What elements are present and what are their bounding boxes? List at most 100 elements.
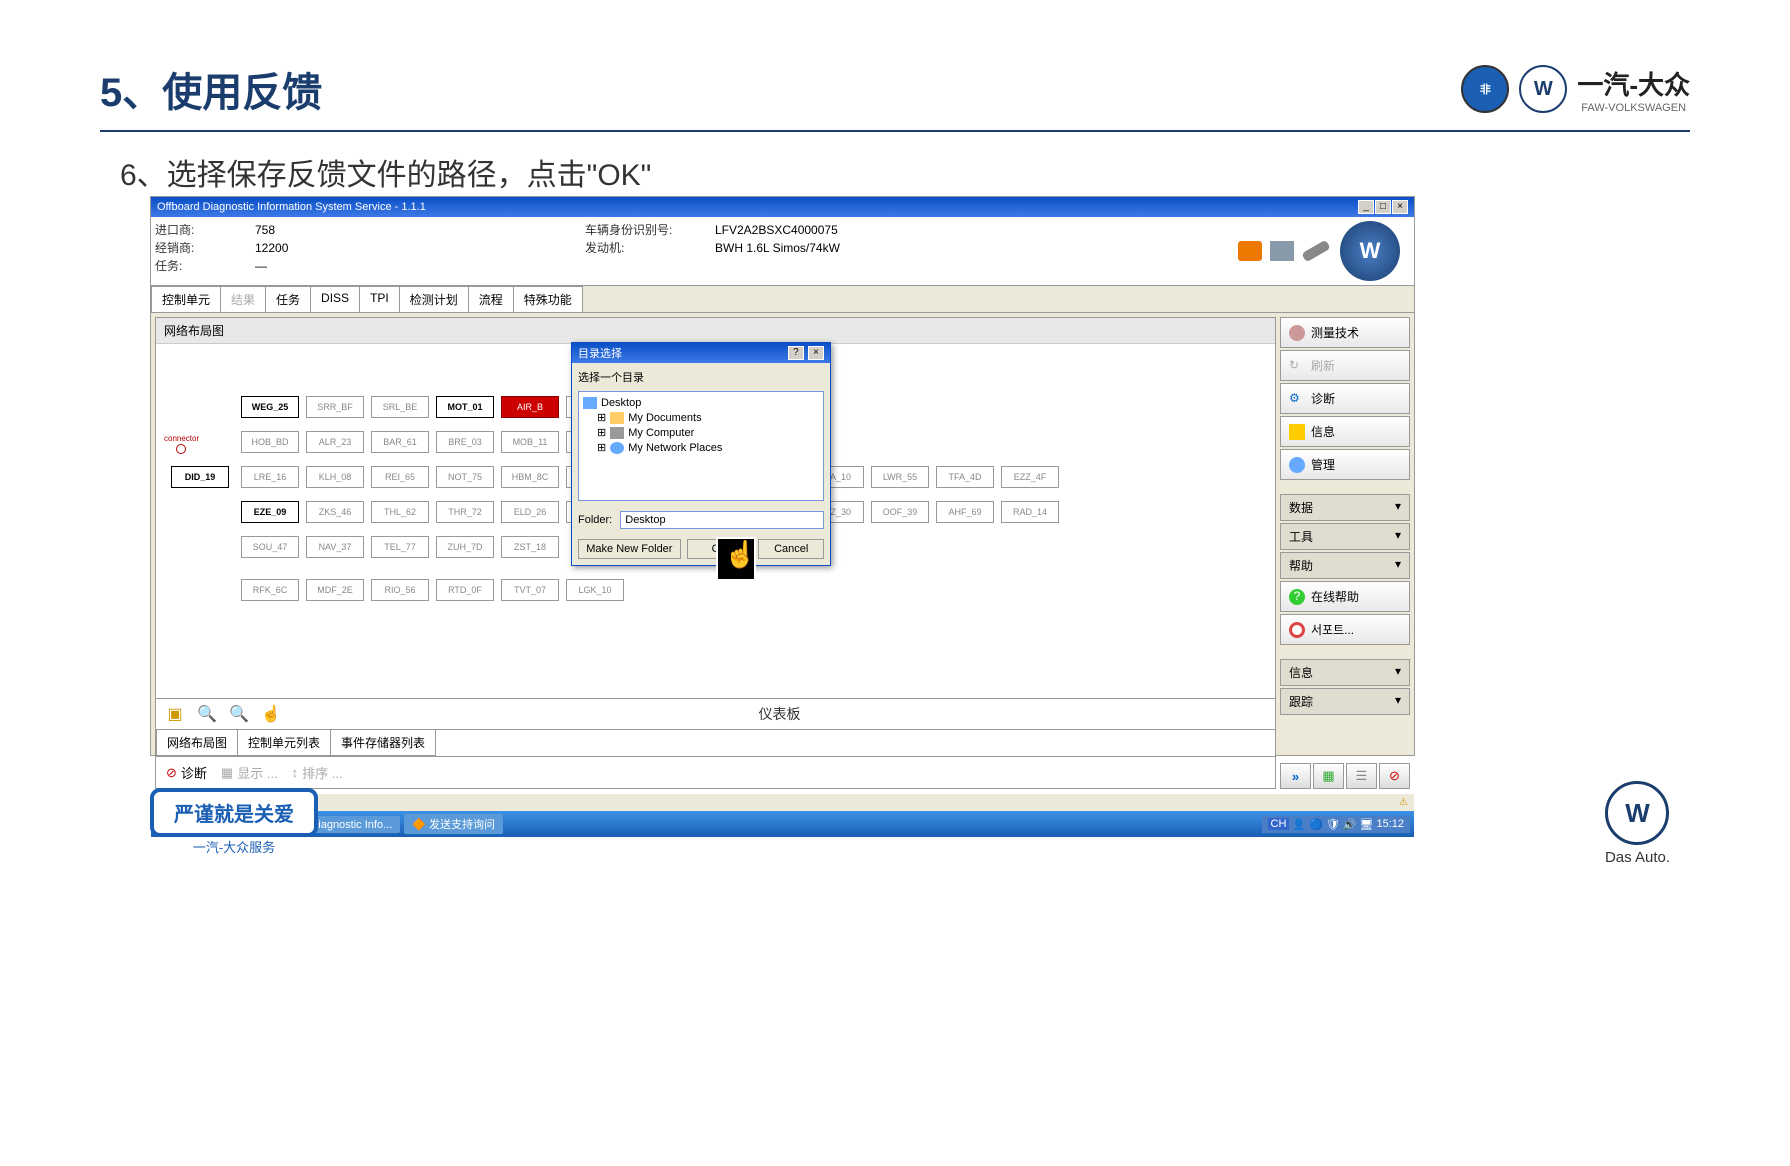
tab-1[interactable]: 结果 [220, 286, 266, 312]
node-ELD_26[interactable]: ELD_26 [501, 501, 559, 523]
node-RFK_6C[interactable]: RFK_6C [241, 579, 299, 601]
stop-button[interactable]: ⊘ [1379, 763, 1410, 789]
node-NAV_37[interactable]: NAV_37 [306, 536, 364, 558]
tray-icon[interactable]: 🛡 [1326, 818, 1340, 831]
node-ALR_23[interactable]: ALR_23 [306, 431, 364, 453]
tree-item[interactable]: ⊞ My Documents [583, 410, 819, 425]
node-SRR_BF[interactable]: SRR_BF [306, 396, 364, 418]
node-TEL_77[interactable]: TEL_77 [371, 536, 429, 558]
lang-indicator[interactable]: CH [1268, 818, 1290, 830]
dialog-close-button[interactable]: × [808, 346, 824, 360]
node-DID_19[interactable]: DID_19 [171, 466, 229, 488]
chevron-down-icon: ▾ [1395, 528, 1401, 545]
node-AHF_69[interactable]: AHF_69 [936, 501, 994, 523]
node-HBM_8C[interactable]: HBM_8C [501, 466, 559, 488]
tab-3[interactable]: DISS [310, 286, 360, 312]
show-button[interactable]: ▦显示 ... [221, 763, 278, 782]
online-help-button[interactable]: ?在线帮助 [1280, 581, 1410, 612]
node-WEG_25[interactable]: WEG_25 [241, 396, 299, 418]
node-TVT_07[interactable]: TVT_07 [501, 579, 559, 601]
node-NOT_75[interactable]: NOT_75 [436, 466, 494, 488]
tab-4[interactable]: TPI [359, 286, 400, 312]
tab-6[interactable]: 流程 [468, 286, 514, 312]
tray-icon[interactable]: 🔊 [1343, 818, 1357, 831]
task-item[interactable]: 🔶 发送支持询问 [404, 814, 503, 834]
tab-0[interactable]: 控制单元 [151, 286, 221, 312]
zoom-in-icon[interactable]: 🔍 [196, 703, 218, 725]
measure-button[interactable]: 测量技术 [1280, 317, 1410, 348]
tab-5[interactable]: 检测计划 [399, 286, 469, 312]
minimize-button[interactable]: _ [1358, 200, 1374, 214]
info-section[interactable]: 信息▾ [1280, 659, 1410, 686]
diagnose-sb-button[interactable]: ⚙诊断 [1280, 383, 1410, 414]
node-KLH_08[interactable]: KLH_08 [306, 466, 364, 488]
node-THL_62[interactable]: THL_62 [371, 501, 429, 523]
tree-item[interactable]: ⊞ My Network Places [583, 440, 819, 455]
folder-tree[interactable]: Desktop ⊞ My Documents ⊞ My Computer ⊞ M… [578, 391, 824, 501]
node-LGK_10[interactable]: LGK_10 [566, 579, 624, 601]
node-TFA_4D[interactable]: TFA_4D [936, 466, 994, 488]
pointer-icon[interactable]: ☝ [260, 703, 282, 725]
node-AIR_B[interactable]: AIR_B [501, 396, 559, 418]
next-button[interactable]: » [1280, 763, 1311, 789]
folder-dialog[interactable]: 目录选择 ? × 选择一个目录 Desktop ⊞ My Documents ⊞… [571, 342, 831, 566]
tray-icon[interactable]: 🔵 [1309, 818, 1323, 831]
node-MOT_01[interactable]: MOT_01 [436, 396, 494, 418]
node-ZUH_7D[interactable]: ZUH_7D [436, 536, 494, 558]
node-RTD_0F[interactable]: RTD_0F [436, 579, 494, 601]
node-LWR_55[interactable]: LWR_55 [871, 466, 929, 488]
cancel-button[interactable]: Cancel [758, 539, 824, 559]
diagnose-button[interactable]: ⊘诊断 [166, 763, 207, 782]
sort-button[interactable]: ↕排序 ... [292, 763, 343, 782]
footer-sub: 一汽-大众服务 [150, 837, 318, 856]
folder-input[interactable] [620, 511, 824, 529]
tray-icon[interactable]: 👤 [1292, 818, 1306, 831]
tree-item[interactable]: Desktop [583, 396, 819, 410]
das-auto-text: Das Auto. [1605, 849, 1670, 866]
list-button[interactable]: ☰ [1346, 763, 1377, 789]
node-THR_72[interactable]: THR_72 [436, 501, 494, 523]
refresh-button[interactable]: ↻刷新 [1280, 350, 1410, 381]
grid-button[interactable]: ▦ [1313, 763, 1344, 789]
info-button[interactable]: 信息 [1280, 416, 1410, 447]
subtab-0[interactable]: 网络布局图 [156, 730, 238, 756]
node-OOF_39[interactable]: OOF_39 [871, 501, 929, 523]
node-RIO_56[interactable]: RIO_56 [371, 579, 429, 601]
node-MOB_11[interactable]: MOB_11 [501, 431, 559, 453]
tools-section[interactable]: 工具▾ [1280, 523, 1410, 550]
node-REI_65[interactable]: REI_65 [371, 466, 429, 488]
tab-2[interactable]: 任务 [265, 286, 311, 312]
trace-section[interactable]: 跟踪▾ [1280, 688, 1410, 715]
node-HOB_BD[interactable]: HOB_BD [241, 431, 299, 453]
tray-icon[interactable]: 🖥 [1360, 818, 1374, 831]
subtab-1[interactable]: 控制单元列表 [237, 730, 331, 756]
support-button[interactable]: 서포트... [1280, 614, 1410, 645]
dialog-titlebar[interactable]: 目录选择 ? × [572, 343, 830, 363]
help-section[interactable]: 帮助▾ [1280, 552, 1410, 579]
node-LRE_16[interactable]: LRE_16 [241, 466, 299, 488]
manage-button[interactable]: 管理 [1280, 449, 1410, 480]
zoom-out-icon[interactable]: 🔍 [228, 703, 250, 725]
node-SRL_BE[interactable]: SRL_BE [371, 396, 429, 418]
node-SOU_47[interactable]: SOU_47 [241, 536, 299, 558]
node-RAD_14[interactable]: RAD_14 [1001, 501, 1059, 523]
tree-item[interactable]: ⊞ My Computer [583, 425, 819, 440]
ok-button[interactable]: OK [687, 539, 753, 559]
tab-7[interactable]: 特殊功能 [513, 286, 583, 312]
node-BAR_61[interactable]: BAR_61 [371, 431, 429, 453]
data-section[interactable]: 数据▾ [1280, 494, 1410, 521]
node-ZKS_46[interactable]: ZKS_46 [306, 501, 364, 523]
maximize-button[interactable]: □ [1375, 200, 1391, 214]
subtab-2[interactable]: 事件存储器列表 [330, 730, 436, 756]
fit-icon[interactable]: ▣ [164, 703, 186, 725]
node-ZST_18[interactable]: ZST_18 [501, 536, 559, 558]
node-EZZ_4F[interactable]: EZZ_4F [1001, 466, 1059, 488]
system-tray[interactable]: CH 👤 🔵 🛡 🔊 🖥 15:12 [1262, 816, 1410, 833]
close-button[interactable]: × [1392, 200, 1408, 214]
node-MDF_2E[interactable]: MDF_2E [306, 579, 364, 601]
node-BRE_03[interactable]: BRE_03 [436, 431, 494, 453]
node-EZE_09[interactable]: EZE_09 [241, 501, 299, 523]
window-titlebar[interactable]: Offboard Diagnostic Information System S… [151, 197, 1414, 217]
make-new-folder-button[interactable]: Make New Folder [578, 539, 681, 559]
dialog-help-button[interactable]: ? [788, 346, 804, 360]
